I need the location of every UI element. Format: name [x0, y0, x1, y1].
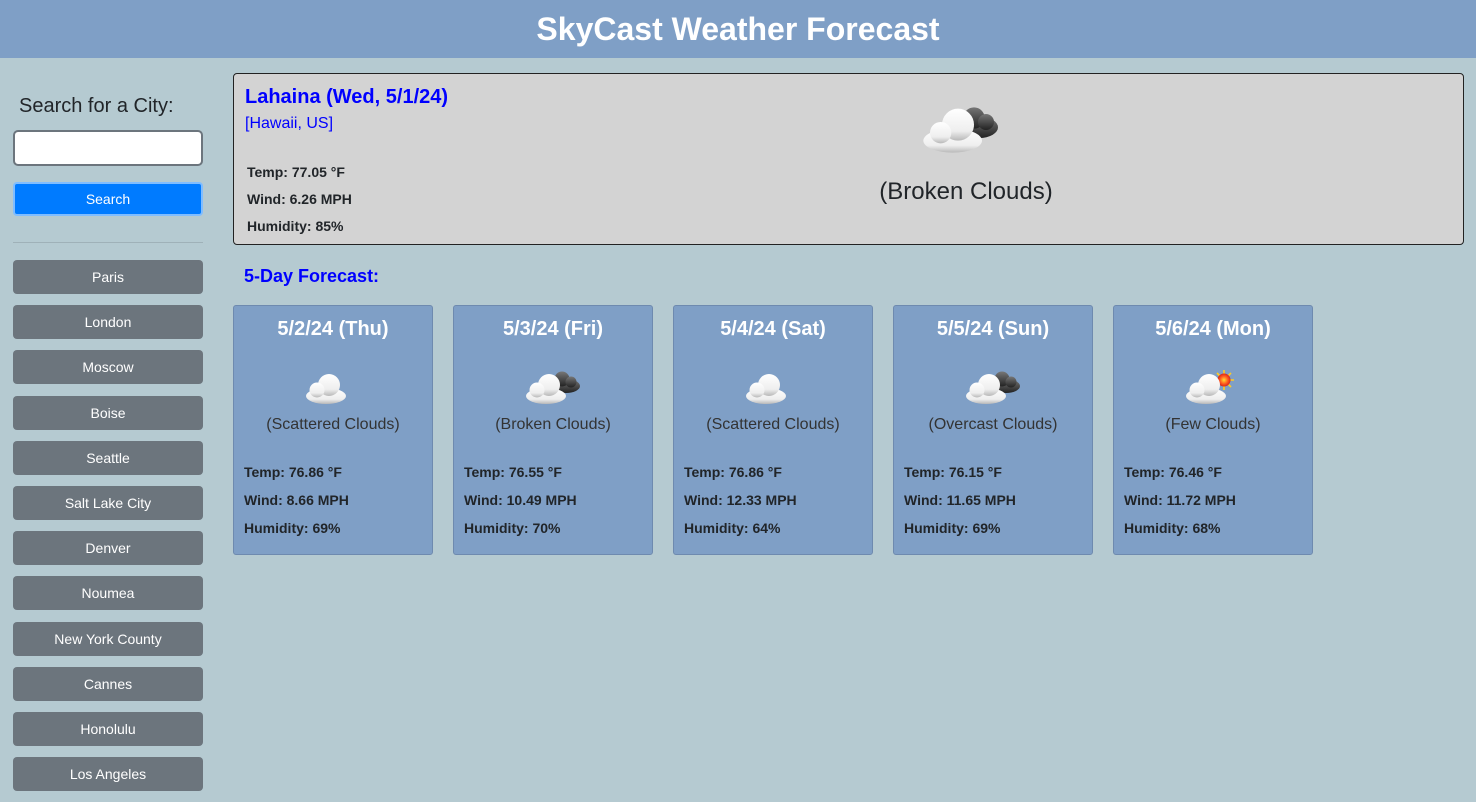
city-history-button[interactable]: Honolulu [13, 711, 203, 746]
city-history-button[interactable]: Boise [13, 395, 203, 430]
forecast-wind: Wind: 11.72 MPH [1124, 492, 1236, 508]
sidebar-divider [13, 242, 203, 243]
current-temp: Temp: 77.05 °F [247, 164, 345, 180]
forecast-description: (Few Clouds) [1165, 416, 1261, 433]
city-history-button[interactable]: Denver [13, 531, 203, 566]
city-history-button[interactable]: Salt Lake City [13, 485, 203, 520]
broken-clouds-icon [526, 371, 580, 404]
search-history-list: Paris London Moscow Boise Seattle Salt Lake C… [13, 260, 203, 802]
city-history-button[interactable]: Seattle [13, 440, 203, 475]
forecast-date: 5/4/24 (Sat) [720, 318, 826, 340]
broken-clouds-icon [923, 107, 998, 153]
forecast-card: 5/5/24 (Sun) (Overcast Clouds) Temp: 76.… [893, 305, 1093, 555]
current-weather-panel: Lahaina (Wed, 5/1/24) [Hawaii, US] Temp:… [233, 73, 1464, 245]
scattered-clouds-icon [306, 374, 346, 404]
forecast-humidity: Humidity: 69% [904, 520, 1001, 536]
overcast-clouds-icon [966, 371, 1020, 404]
forecast-humidity: Humidity: 69% [244, 520, 341, 536]
city-history-button[interactable]: London [13, 305, 203, 340]
current-location: [Hawaii, US] [245, 115, 334, 132]
forecast-date: 5/2/24 (Thu) [277, 318, 389, 340]
scattered-clouds-icon [746, 374, 786, 404]
forecast-humidity: Humidity: 64% [684, 520, 781, 536]
city-history-button[interactable]: Moscow [13, 350, 203, 385]
forecast-card: 5/6/24 (Mon) (Few Clouds) Temp: 76.46 °F… [1113, 305, 1313, 555]
forecast-temp: Temp: 76.46 °F [1124, 464, 1222, 480]
city-history-button[interactable]: Noumea [13, 576, 203, 611]
forecast-wind: Wind: 10.49 MPH [464, 492, 577, 508]
forecast-date: 5/3/24 (Fri) [502, 318, 604, 340]
forecast-temp: Temp: 76.86 °F [684, 464, 782, 480]
app-title: SkyCast Weather Forecast [536, 10, 940, 47]
forecast-description: (Scattered Clouds) [706, 416, 840, 433]
forecast-description: (Overcast Clouds) [928, 416, 1058, 433]
city-history-button[interactable]: Cannes [13, 666, 203, 701]
forecast-date: 5/6/24 (Mon) [1155, 318, 1271, 340]
few-clouds-icon [1186, 370, 1234, 404]
forecast-description: (Scattered Clouds) [266, 416, 400, 433]
forecast-humidity: Humidity: 68% [1124, 520, 1221, 536]
city-history-button[interactable]: Paris [13, 260, 203, 294]
current-wind: Wind: 6.26 MPH [247, 191, 352, 207]
forecast-wind: Wind: 8.66 MPH [244, 492, 349, 508]
forecast-card: 5/4/24 (Sat) (Scattered Clouds) Temp: 76… [673, 305, 873, 555]
current-city-title: Lahaina (Wed, 5/1/24) [245, 86, 449, 108]
forecast-title: 5-Day Forecast: [244, 266, 380, 286]
app-header: SkyCast Weather Forecast [0, 0, 1476, 58]
current-description: (Broken Clouds) [879, 178, 1053, 205]
forecast-temp: Temp: 76.86 °F [244, 464, 342, 480]
city-history-button[interactable]: Los Angeles [13, 757, 203, 792]
forecast-card: 5/3/24 (Fri) (Broken Clouds) Temp: 76.55… [453, 305, 653, 555]
city-search-input[interactable] [13, 130, 203, 166]
search-label: Search for a City: [19, 95, 174, 117]
forecast-temp: Temp: 76.55 °F [464, 464, 562, 480]
search-button[interactable]: Search [13, 182, 203, 216]
forecast-date: 5/5/24 (Sun) [936, 318, 1050, 340]
forecast-card: 5/2/24 (Thu) (Scattered Clouds) Temp: 76… [233, 305, 433, 555]
forecast-temp: Temp: 76.15 °F [904, 464, 1002, 480]
forecast-humidity: Humidity: 70% [464, 520, 561, 536]
forecast-wind: Wind: 12.33 MPH [684, 492, 797, 508]
city-history-button[interactable]: New York County [13, 621, 203, 656]
forecast-description: (Broken Clouds) [495, 416, 611, 433]
forecast-wind: Wind: 11.65 MPH [904, 492, 1016, 508]
current-humidity: Humidity: 85% [247, 218, 344, 234]
